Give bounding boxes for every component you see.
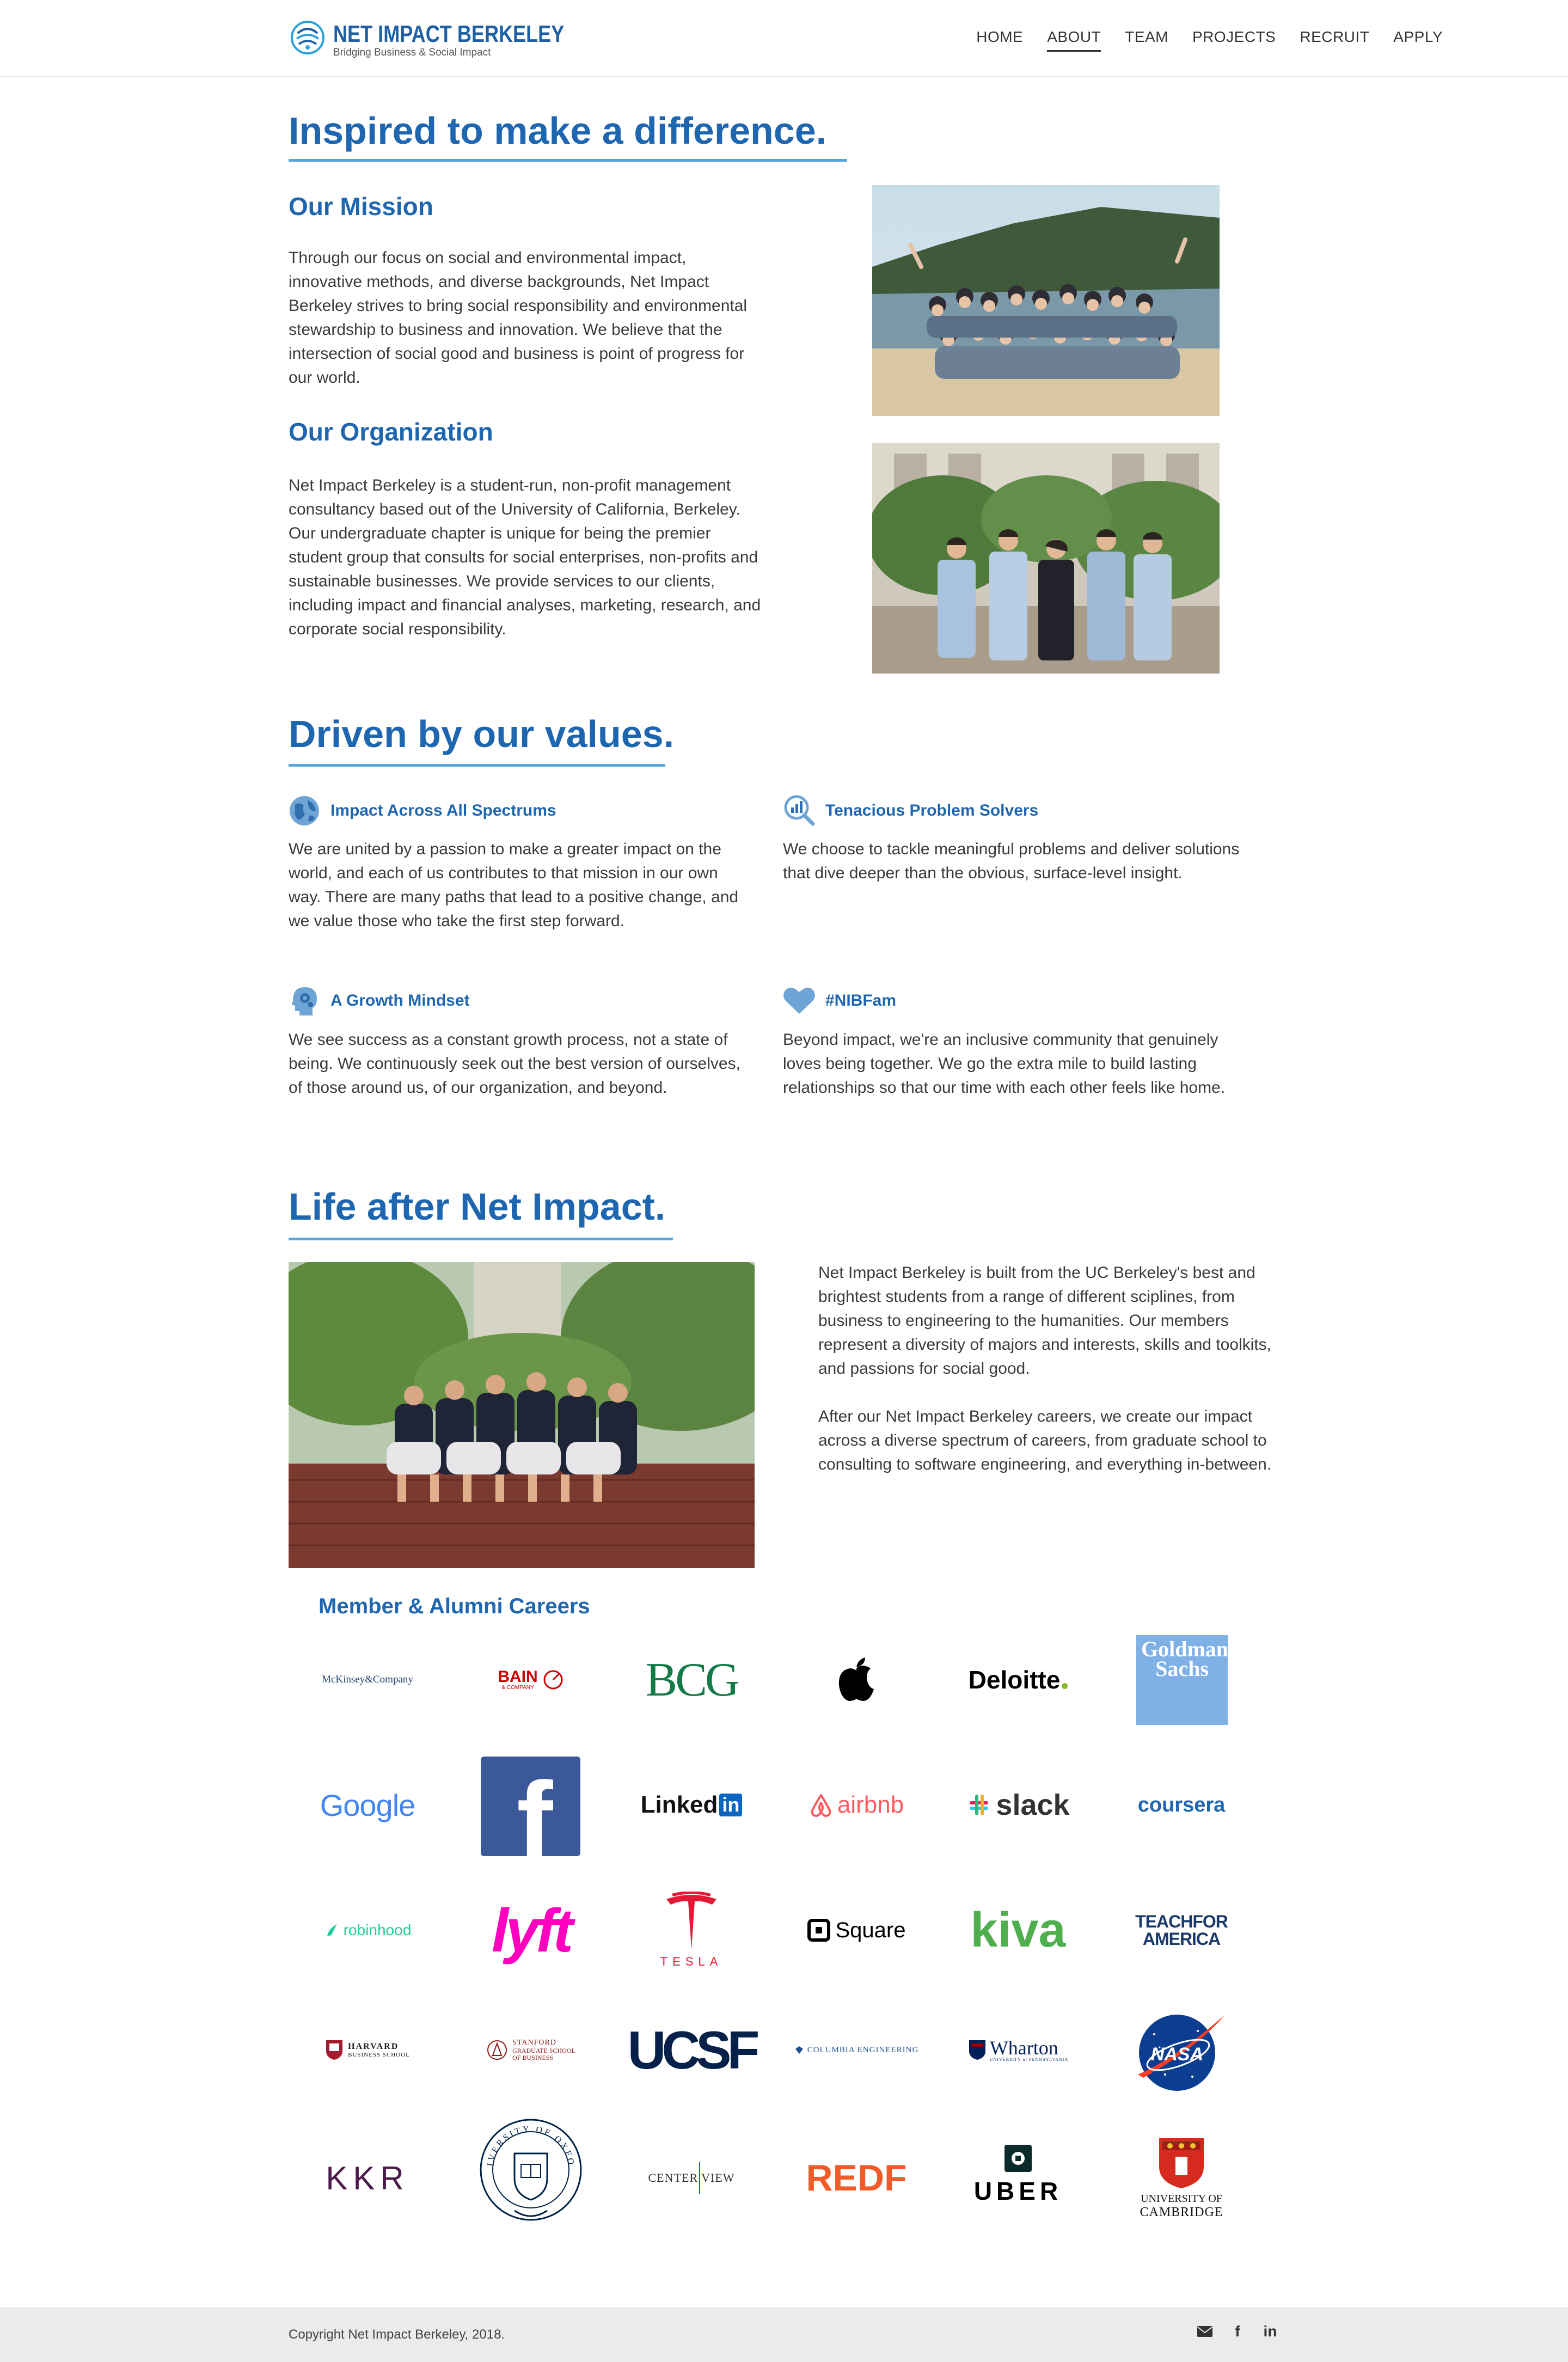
mission-title: Our Mission — [289, 192, 433, 221]
logo-icon[interactable] — [290, 20, 325, 55]
logo-goldman-sachs: Goldman Sachs — [1136, 1635, 1228, 1725]
main-nav: HOME ABOUT TEAM PROJECTS RECRUIT APPLY — [976, 28, 1443, 52]
value-title-growth: A Growth Mindset — [330, 992, 470, 1009]
apple-logo-icon — [788, 1625, 924, 1734]
logo-cambridge: UNIVERSITY OF CAMBRIDGE — [1113, 2124, 1250, 2232]
logo-tesla: TESLA — [623, 1876, 759, 1985]
linkedin-icon[interactable]: in — [1262, 2323, 1278, 2340]
logo-columbia-engineering: COLUMBIA ENGINEERING — [788, 1996, 924, 2104]
logo-harvard-business-school: HARVARD BUSINESS SCHOOL — [299, 1996, 436, 2104]
nav-home[interactable]: HOME — [976, 28, 1023, 52]
value-text-nibfam: Beyond impact, we're an inclusive commun… — [783, 1031, 1226, 1097]
globe-icon — [289, 795, 320, 827]
life-heading-rule — [289, 1238, 673, 1240]
nav-about[interactable]: ABOUT — [1047, 28, 1101, 52]
site-footer: Copyright Net Impact Berkeley, 2018. f i… — [0, 2307, 1568, 2362]
logo-google: Google — [320, 1788, 416, 1822]
logo-facebook: f — [481, 1757, 580, 1856]
logo-square: Square — [788, 1876, 924, 1985]
nav-recruit[interactable]: RECRUIT — [1300, 28, 1369, 52]
email-icon[interactable] — [1197, 2323, 1213, 2340]
value-title-impact: Impact Across All Spectrums — [330, 801, 556, 819]
facebook-icon[interactable]: f — [1229, 2323, 1246, 2340]
logo-uber: UBER — [950, 2121, 1086, 2230]
value-text-growth: We see success as a constant growth proc… — [289, 1031, 740, 1097]
logo-kkr: KKR — [326, 2159, 409, 2196]
logo-airbnb: airbnb — [788, 1751, 924, 1859]
life-paragraph-1: Net Impact Berkeley is built from the UC… — [818, 1264, 1272, 1378]
logo-deloitte: Deloitte — [950, 1625, 1086, 1734]
value-title-nibfam: #NIBFam — [825, 992, 897, 1009]
magnifier-chart-icon — [782, 793, 815, 826]
heart-icon — [782, 986, 815, 1017]
logo-teach-for-america: TEACHFOR AMERICA — [1135, 1912, 1228, 1949]
logo-nasa: NASA — [1113, 1996, 1250, 2104]
life-heading: Life after Net Impact. — [289, 1185, 666, 1228]
values-heading: Driven by our values. — [289, 713, 675, 755]
logo-bcg: BCG — [645, 1653, 740, 1706]
nav-team[interactable]: TEAM — [1125, 28, 1168, 52]
logo-wharton: Wharton UNIVERSITY of PENNSYLVANIA — [950, 1996, 1086, 2104]
logo-linkedin: Linked in — [623, 1751, 759, 1859]
value-text-problem-solvers: We choose to tackle meaningful problems … — [783, 840, 1240, 882]
values-heading-rule — [289, 764, 665, 767]
brand-tagline: Bridging Business & Social Impact — [333, 47, 491, 58]
value-text-impact: We are united by a passion to make a gre… — [289, 840, 739, 930]
logo-coursera: coursera — [1137, 1793, 1226, 1816]
logo-oxford: UNIVERSITY OF OXFORD — [463, 2113, 599, 2227]
copyright-text: Copyright Net Impact Berkeley, 2018. — [289, 2327, 505, 2342]
social-links: f in — [1197, 2323, 1278, 2340]
logo-mckinsey: McKinsey&Company — [322, 1674, 413, 1685]
site-header: NET IMPACT BERKELEY Bridging Business & … — [0, 0, 1568, 77]
graduation-photo — [289, 1262, 755, 1568]
brand-name[interactable]: NET IMPACT BERKELEY — [333, 21, 564, 48]
logo-lyft: lyft — [492, 1896, 573, 1965]
intro-heading: Inspired to make a difference. — [289, 109, 827, 152]
group-photo-lake — [872, 185, 1220, 416]
organization-text: Net Impact Berkeley is a student-run, no… — [289, 476, 761, 638]
nasa-wordmark: NASA — [1151, 2044, 1203, 2065]
logo-stanford-gsb: STANFORD GRADUATE SCHOOL OF BUSINESS — [463, 1996, 599, 2104]
logo-robinhood: robinhood — [299, 1876, 436, 1985]
group-photo-building — [872, 443, 1220, 674]
logo-redf: REDF — [806, 2157, 907, 2199]
life-paragraph-2: After our Net Impact Berkeley careers, w… — [818, 1408, 1272, 1473]
intro-heading-rule — [289, 159, 847, 162]
logo-bain: BAIN & COMPANY — [463, 1625, 599, 1734]
value-title-problem-solvers: Tenacious Problem Solvers — [825, 801, 1039, 819]
logo-kiva: kiva — [970, 1902, 1066, 1957]
nav-projects[interactable]: PROJECTS — [1192, 28, 1276, 52]
nav-apply[interactable]: APPLY — [1393, 28, 1443, 52]
head-gears-icon — [289, 984, 320, 1015]
logo-ucsf: UCSF — [627, 2020, 760, 2080]
mission-text: Through our focus on social and environm… — [289, 249, 748, 387]
organization-title: Our Organization — [289, 418, 493, 446]
logo-centerview: CENTER VIEW — [623, 2124, 759, 2232]
logo-slack: slack — [950, 1751, 1086, 1859]
careers-title: Member & Alumni Careers — [318, 1594, 590, 1618]
